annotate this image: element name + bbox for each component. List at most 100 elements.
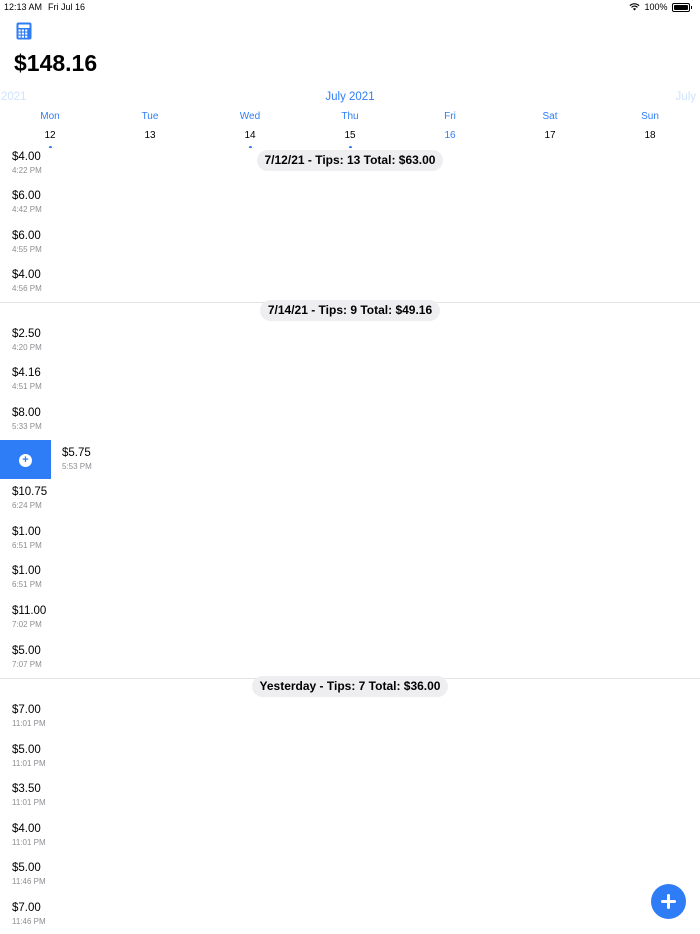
day-name: Tue [141,111,159,122]
tip-amount: $8.00 [12,407,41,419]
tip-amount: $7.00 [12,704,41,716]
day-name: Sat [542,111,558,122]
calculator-button[interactable] [15,22,33,40]
tip-row[interactable]: $10.75 6:24 PM [0,479,700,520]
tip-amount: $7.00 [12,902,41,914]
tip-row[interactable]: $3.50 11:01 PM [0,776,700,817]
calendar-day[interactable]: Sat 17 [500,110,600,142]
battery-cap [690,5,692,9]
duplicate-tip-action[interactable]: + [0,440,51,480]
tip-time: 11:01 PM [12,719,46,728]
tip-time: 4:51 PM [12,382,42,391]
tip-amount: $4.00 [12,269,41,281]
day-number: 16 [444,130,456,141]
calendar-day[interactable]: Sun 18 [600,110,700,142]
tip-row[interactable]: $8.00 5:33 PM [0,400,700,441]
tip-amount: $1.00 [12,526,41,538]
tip-row[interactable]: $4.16 4:51 PM [0,360,700,401]
tip-time: 4:20 PM [12,343,42,352]
tip-row[interactable]: $6.00 4:42 PM [0,183,700,224]
tip-amount: $6.00 [12,190,41,202]
calendar-day[interactable]: Tue 13 [100,110,200,142]
tip-row[interactable]: $7.00 11:01 PM [0,697,700,738]
tip-time: 11:01 PM [12,798,46,807]
day-number: 12 [44,130,56,141]
tip-time: 11:01 PM [12,759,46,768]
tip-row[interactable]: $5.00 11:46 PM [0,855,700,896]
section-summary: Yesterday - Tips: 7 Total: $36.00 [251,676,449,697]
tip-time: 5:53 PM [62,462,92,471]
day-name: Wed [239,111,261,122]
tip-row[interactable]: $11.00 7:02 PM [0,598,700,639]
calendar-current-month: July 2021 [325,91,375,103]
section-header: 7/12/21 - Tips: 13 Total: $63.00 [0,150,700,172]
section-header: 7/14/21 - Tips: 9 Total: $49.16 [0,300,700,322]
day-number: 17 [544,130,556,141]
calendar-month-header: 2021 July 2021 July [0,90,700,106]
day-name: Fri [444,111,456,122]
calendar-day[interactable]: Wed 14 [200,110,300,149]
tip-row[interactable]: $4.00 4:56 PM [0,262,700,303]
status-indicators: 100% [629,2,692,12]
day-number: 13 [144,130,156,141]
battery-percent: 100% [644,2,668,12]
tips-list[interactable]: $4.00 4:22 PM $6.00 4:42 PM $6.00 4:55 PM $4.0… [0,148,700,934]
battery-icon [671,2,690,12]
tip-row[interactable]: + $5.75 5:53 PM [0,440,700,481]
status-time: 12:13 AM [4,2,43,12]
day-number: 15 [344,130,356,141]
tip-row[interactable]: $5.00 11:01 PM [0,737,700,778]
section-summary: 7/14/21 - Tips: 9 Total: $49.16 [259,300,441,321]
calendar-next-month[interactable]: July [676,91,696,103]
calendar-day[interactable]: Thu 15 [300,110,400,149]
tip-time: 4:56 PM [12,284,42,293]
tip-row[interactable]: $1.00 6:51 PM [0,519,700,560]
status-date: Fri Jul 16 [48,2,86,12]
tip-time: 5:33 PM [12,422,42,431]
calculator-icon [16,22,32,40]
tip-amount: $6.00 [12,230,41,242]
day-number: 18 [644,130,656,141]
tip-time: 4:55 PM [12,245,42,254]
day-name: Sun [641,111,659,122]
tip-time: 7:07 PM [12,660,42,669]
day-number: 14 [244,130,256,141]
tip-row[interactable]: $2.50 4:20 PM [0,321,700,362]
tip-row[interactable]: $5.00 7:07 PM [0,638,700,679]
calendar-day[interactable]: Fri 16 [400,110,500,142]
tip-amount: $5.75 [62,447,91,459]
tip-amount: $1.00 [12,565,41,577]
tip-amount: $4.16 [12,367,41,379]
section-header: Yesterday - Tips: 7 Total: $36.00 [0,676,700,698]
tip-amount: $4.00 [12,823,41,835]
tip-row[interactable]: $1.00 6:51 PM [0,558,700,599]
plus-icon [661,894,676,909]
tip-time: 6:51 PM [12,580,42,589]
tip-amount: $11.00 [12,605,47,617]
tip-time: 11:46 PM [12,917,46,926]
tip-row[interactable]: $7.00 11:46 PM [0,895,700,934]
wifi-icon [629,3,640,11]
tip-time: 7:02 PM [12,620,42,629]
tip-row[interactable]: $4.00 11:01 PM [0,816,700,857]
plus-circle-icon: + [19,453,32,467]
calendar-day[interactable]: Mon 12 [0,110,100,149]
day-name: Thu [341,111,359,122]
tip-amount: $3.50 [12,783,41,795]
tip-time: 4:42 PM [12,205,42,214]
tip-time: 6:24 PM [12,501,42,510]
total-balance: $148.16 [14,50,98,76]
tip-row[interactable]: $6.00 4:55 PM [0,223,700,264]
tip-time: 11:46 PM [12,877,46,886]
tip-amount: $5.00 [12,744,41,756]
tip-amount: $2.50 [12,328,41,340]
status-bar: 12:13 AM Fri Jul 16 100% [0,0,700,16]
day-name: Mon [40,111,60,122]
add-tip-button[interactable] [651,884,686,919]
tip-amount: $5.00 [12,862,41,874]
section-summary: 7/12/21 - Tips: 13 Total: $63.00 [256,150,444,171]
tip-amount: $10.75 [12,486,48,498]
tip-time: 11:01 PM [12,838,46,847]
tip-time: 6:51 PM [12,541,42,550]
tip-amount: $5.00 [12,645,41,657]
